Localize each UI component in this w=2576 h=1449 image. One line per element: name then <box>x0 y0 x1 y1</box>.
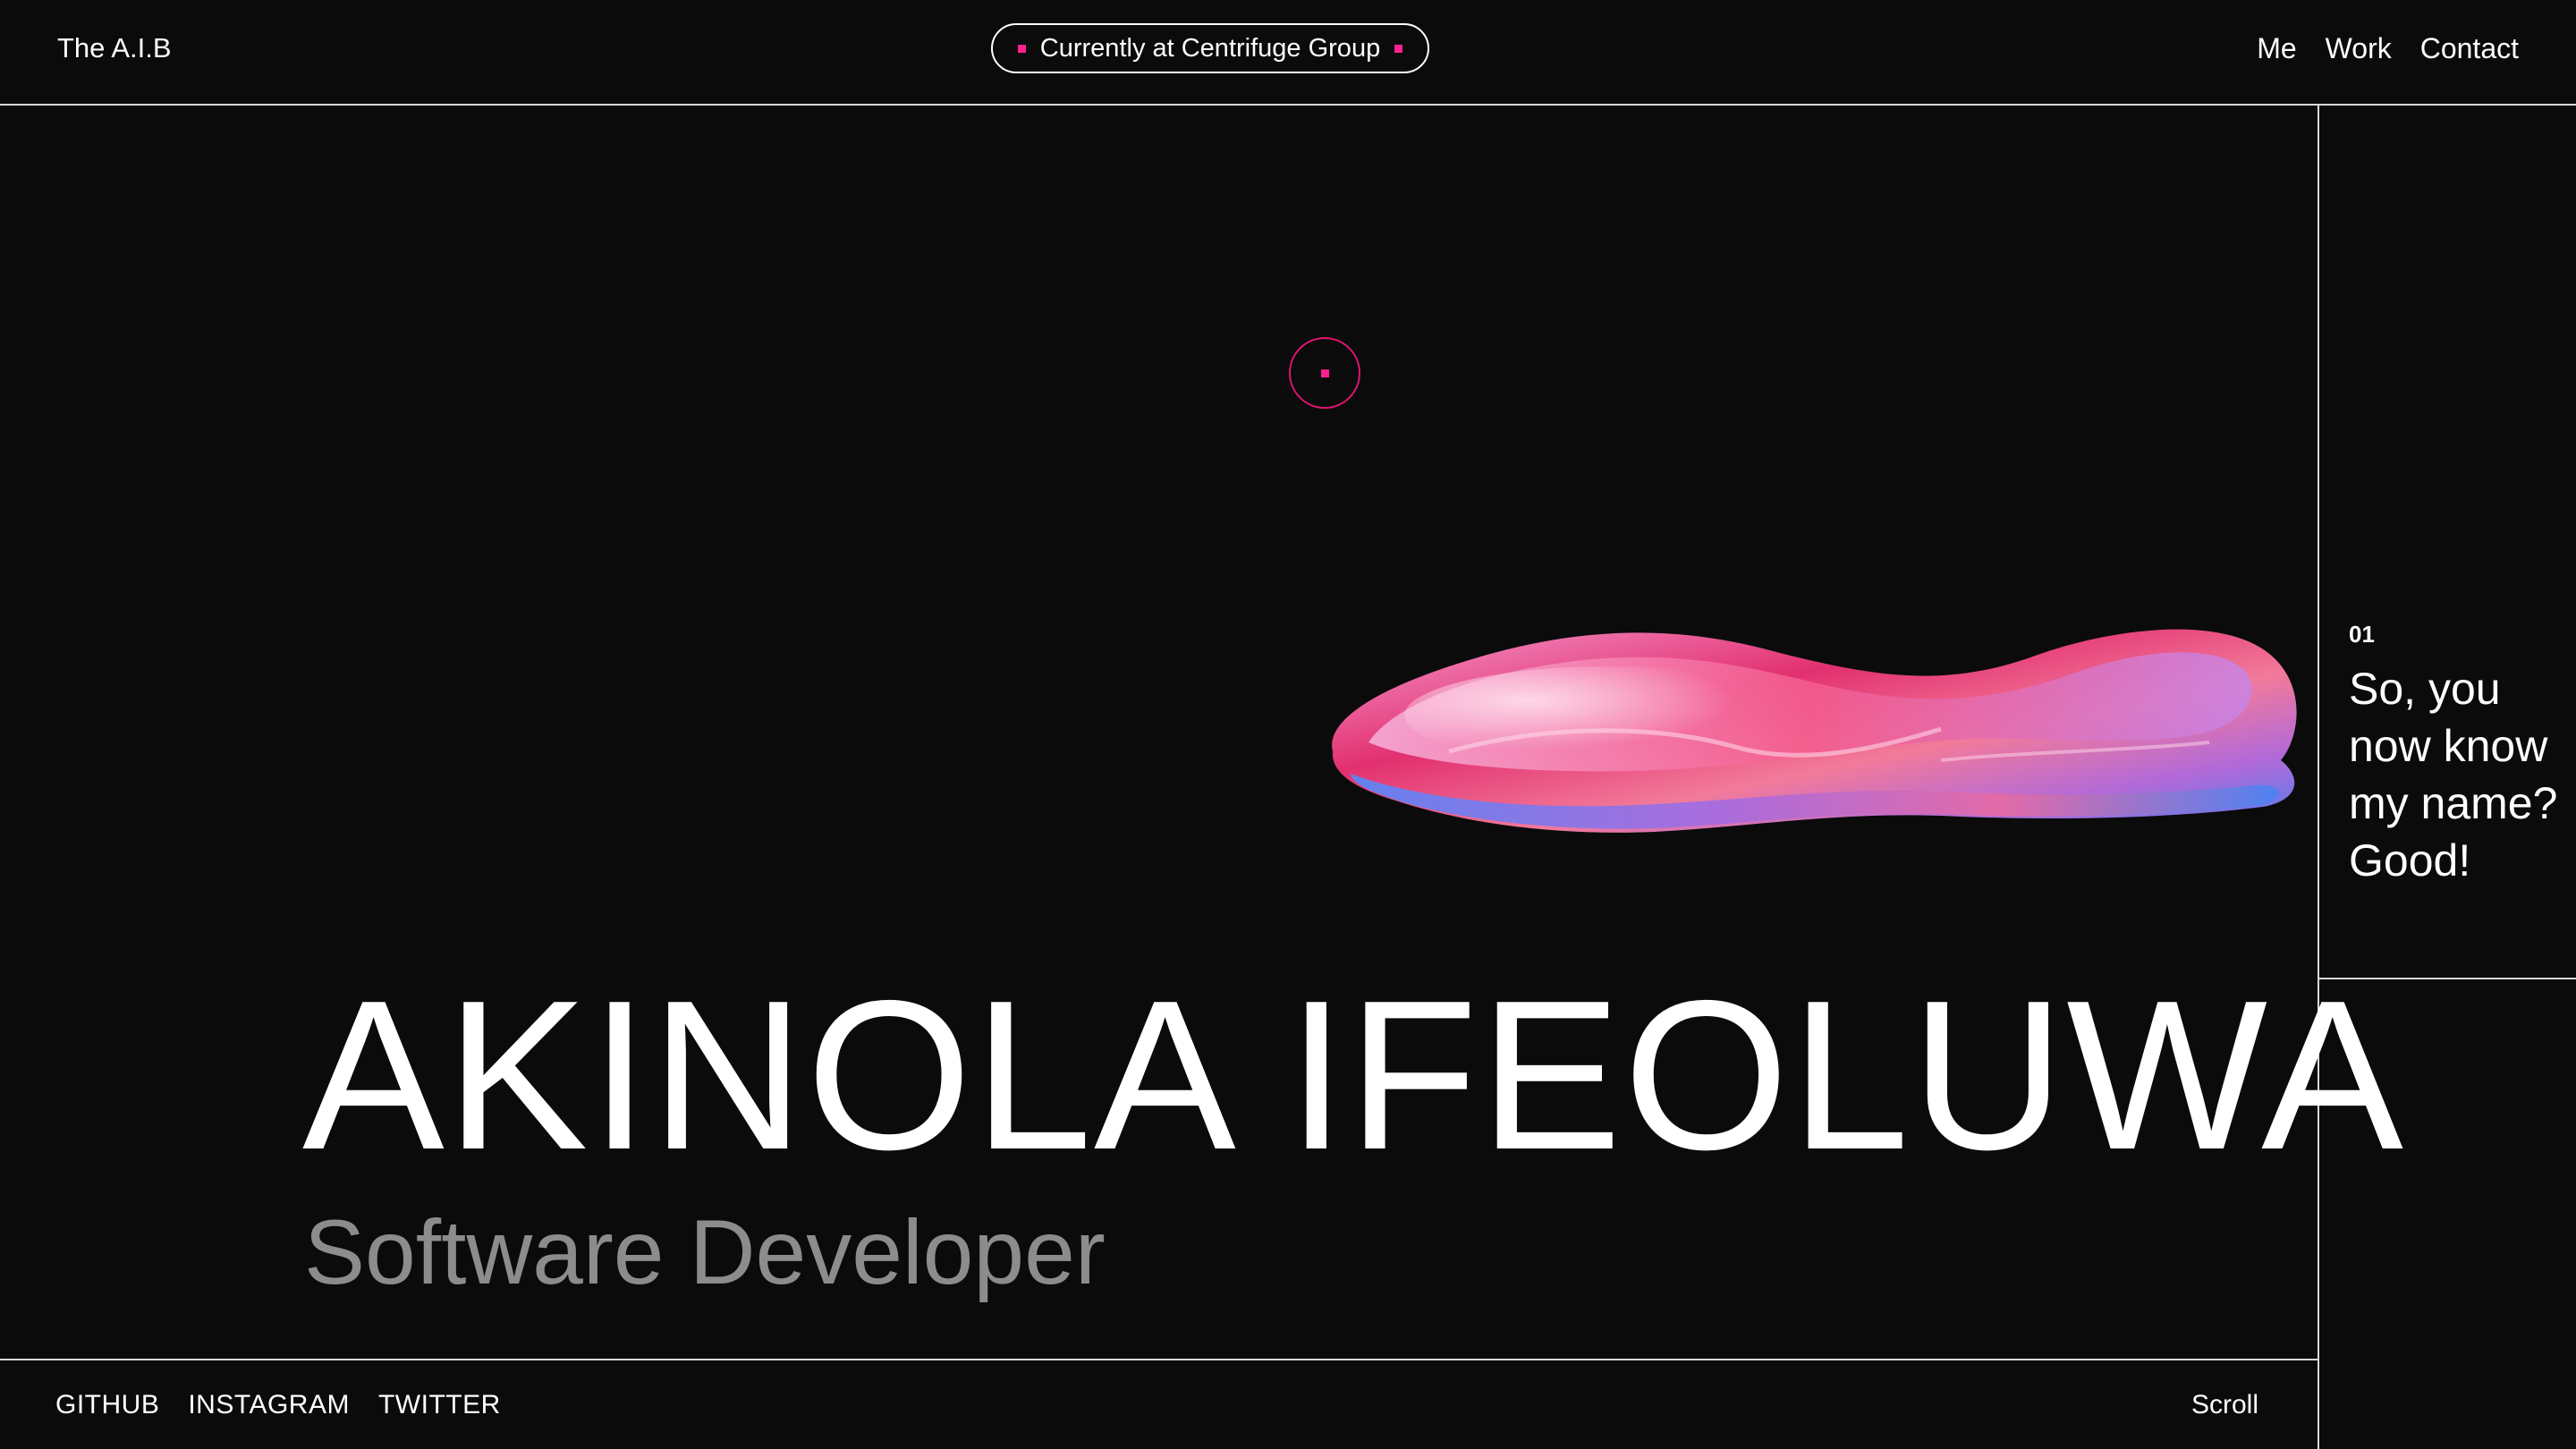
social-links: GITHUB INSTAGRAM TWITTER <box>55 1388 501 1422</box>
social-link-twitter[interactable]: TWITTER <box>378 1388 501 1422</box>
social-link-github[interactable]: GITHUB <box>55 1388 159 1422</box>
header-divider <box>0 104 2576 106</box>
scroll-indicator[interactable]: Scroll <box>2191 1388 2258 1422</box>
nav-item-work[interactable]: Work <box>2326 30 2392 66</box>
main-nav: Me Work Contact <box>2257 30 2519 66</box>
status-dot-right-icon <box>1394 44 1403 53</box>
hero-name-heading: AKINOLA IFEOLUWA <box>302 957 2405 1194</box>
section-index: 01 <box>2349 621 2375 648</box>
status-badge: Currently at Centrifuge Group <box>991 23 1429 73</box>
side-panel-caption: So, you now know my name? Good! <box>2349 664 2558 886</box>
nav-item-me[interactable]: Me <box>2257 30 2296 66</box>
hero-role-subtitle: Software Developer <box>304 1201 1106 1303</box>
side-panel-divider <box>2318 104 2319 1449</box>
cursor-dot-icon <box>1321 369 1329 377</box>
glass-blob-illustration <box>1332 629 2297 833</box>
brand-logo-text[interactable]: The A.I.B <box>57 30 172 66</box>
status-dot-left-icon <box>1017 44 1026 53</box>
social-link-instagram[interactable]: INSTAGRAM <box>188 1388 350 1422</box>
status-text: Currently at Centrifuge Group <box>1039 33 1381 63</box>
footer-divider <box>0 1359 2318 1360</box>
nav-item-contact[interactable]: Contact <box>2420 30 2519 66</box>
